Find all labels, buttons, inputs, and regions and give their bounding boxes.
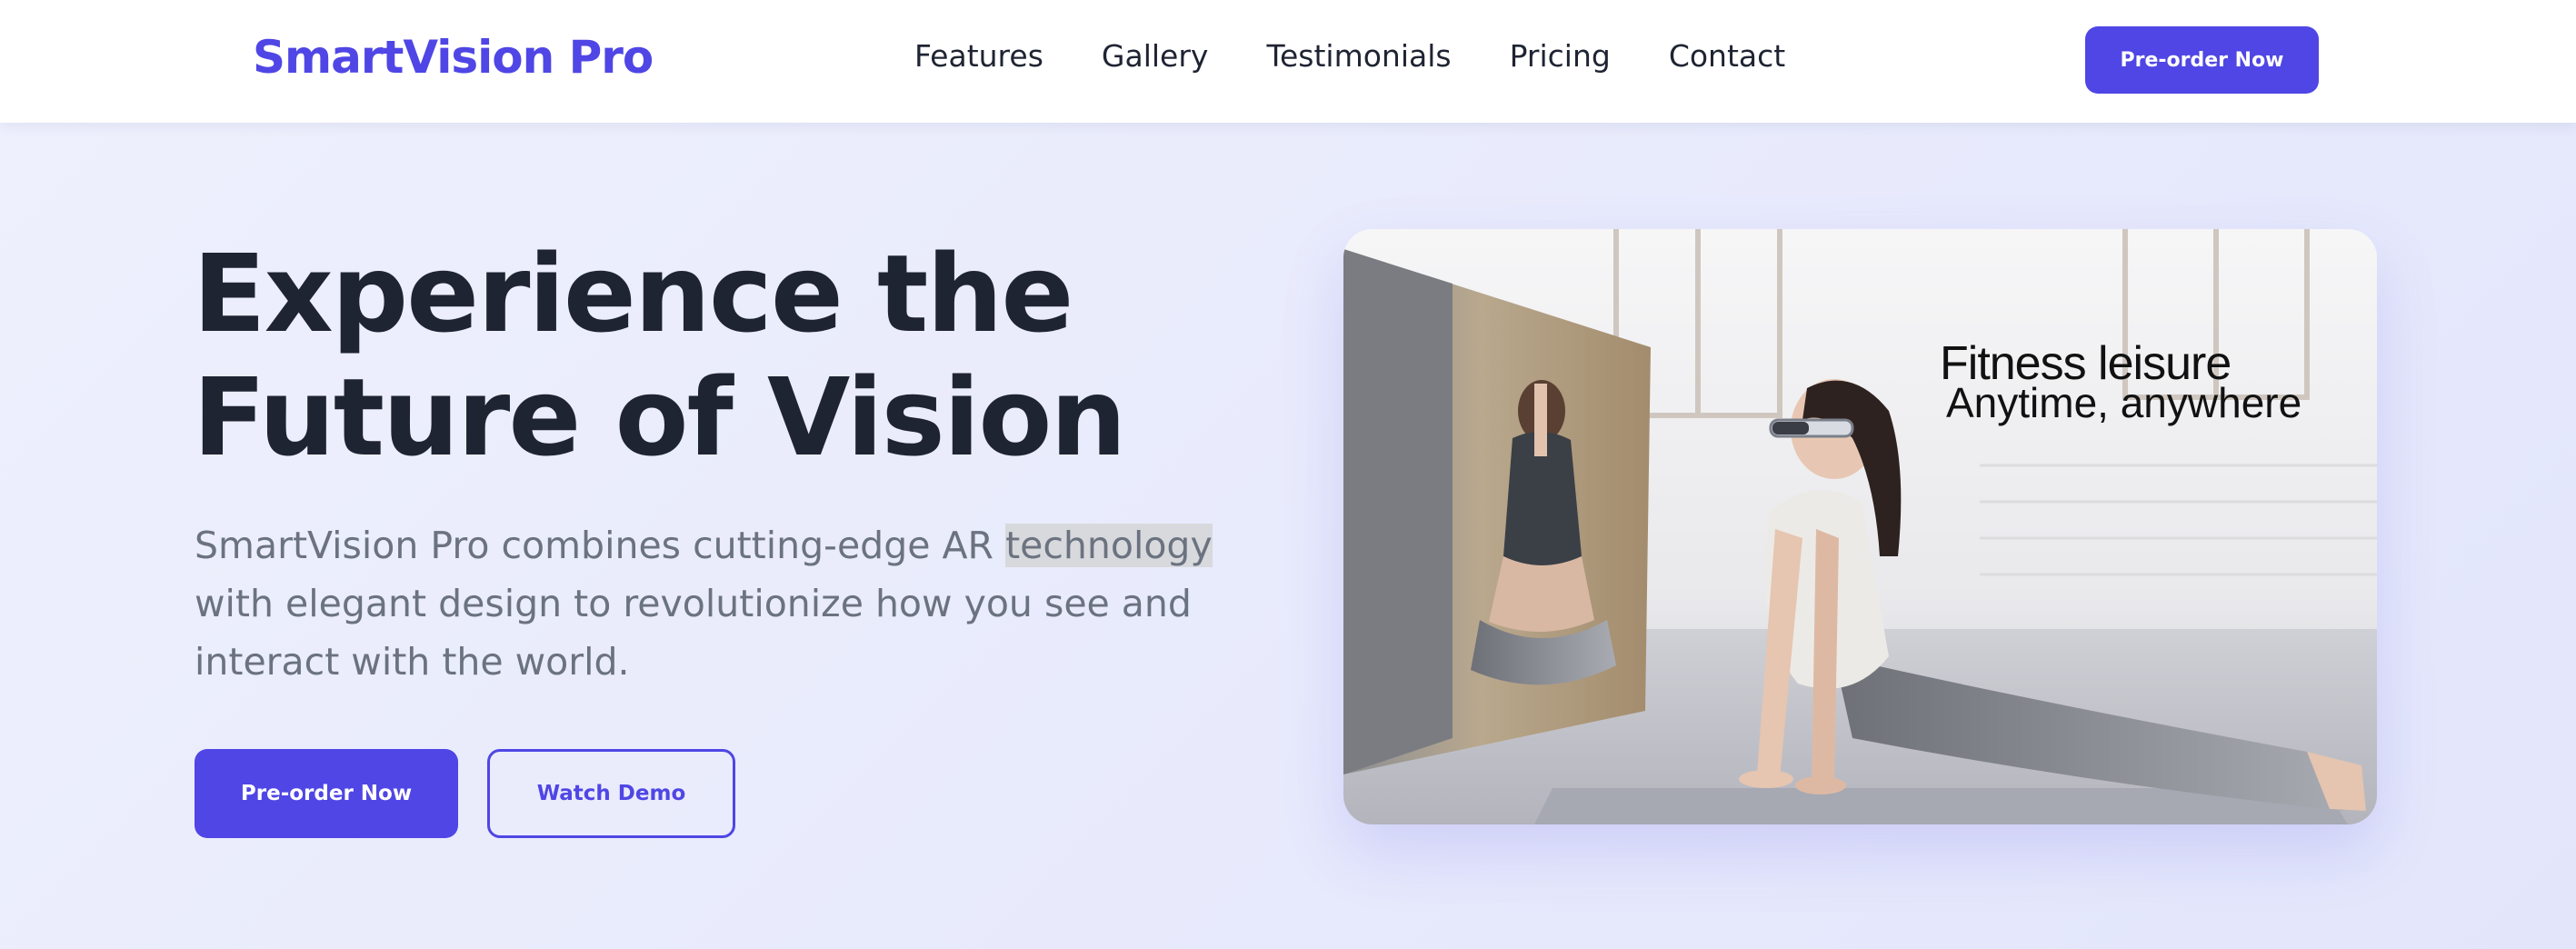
navbar: SmartVision Pro Features Gallery Testimo… xyxy=(0,0,2576,123)
watch-demo-button[interactable]: Watch Demo xyxy=(487,749,735,838)
nav-preorder-button[interactable]: Pre-order Now xyxy=(2085,26,2319,94)
hero-description-end: with elegant design to revolutionize how… xyxy=(195,582,1192,684)
nav-link-gallery[interactable]: Gallery xyxy=(1102,38,1209,74)
hero-title-line-2: Future of Vision xyxy=(193,355,1126,480)
nav-link-features[interactable]: Features xyxy=(914,38,1043,74)
hero-title: Experience the Future of Vision xyxy=(193,232,1283,479)
nav-link-pricing[interactable]: Pricing xyxy=(1510,38,1611,74)
hero-preorder-button[interactable]: Pre-order Now xyxy=(195,749,458,838)
nav-links: Features Gallery Testimonials Pricing Co… xyxy=(914,38,1785,74)
nav-link-testimonials[interactable]: Testimonials xyxy=(1266,38,1451,74)
nav-link-contact[interactable]: Contact xyxy=(1669,38,1785,74)
brand-logo[interactable]: SmartVision Pro xyxy=(253,31,654,84)
image-caption-line-2: Anytime, anywhere xyxy=(1946,379,2302,426)
hero-image: Fitness leisure Anytime, anywhere xyxy=(1343,229,2377,824)
hero-description-highlight: technology xyxy=(1005,524,1213,567)
fitness-photo xyxy=(1343,229,2377,824)
hero-description-start: SmartVision Pro combines cutting-edge AR xyxy=(195,524,1006,567)
hero-title-line-1: Experience the xyxy=(193,231,1073,356)
hero-description: SmartVision Pro combines cutting-edge AR… xyxy=(195,516,1231,691)
